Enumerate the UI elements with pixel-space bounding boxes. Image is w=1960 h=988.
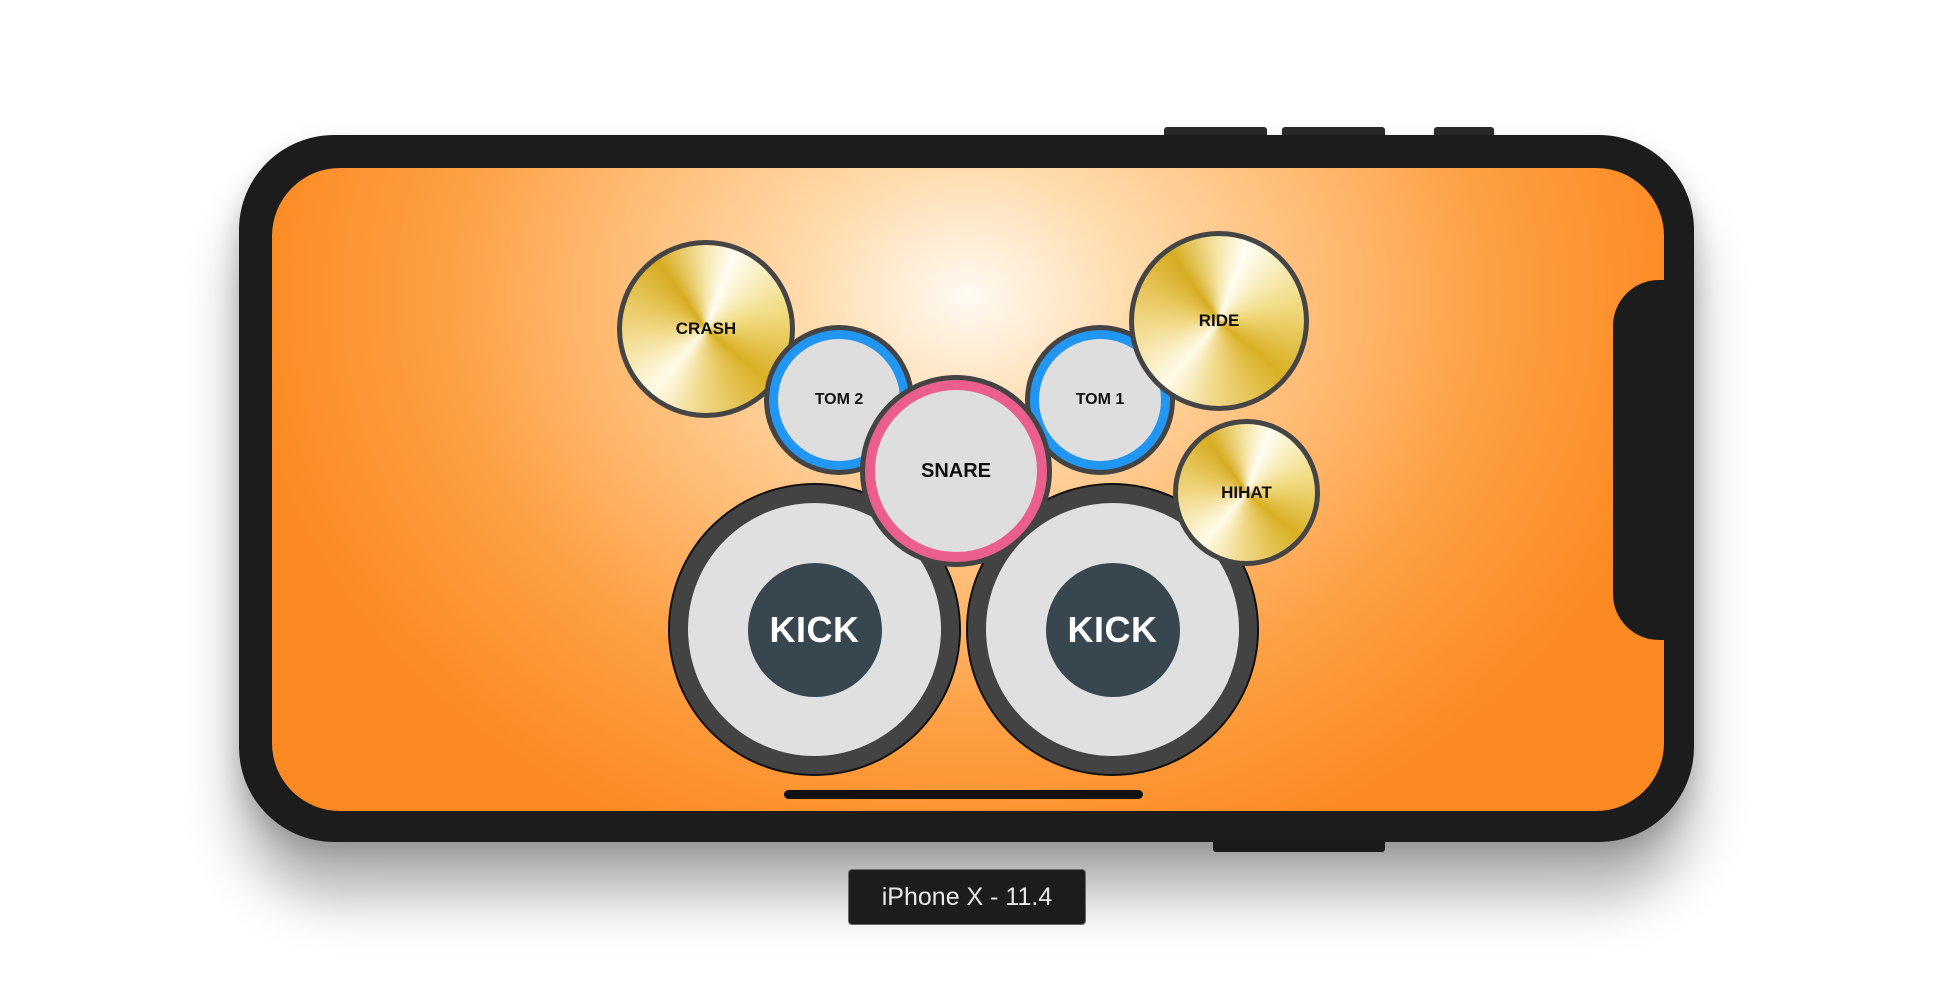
kick-left-center: KICK: [747, 562, 882, 697]
app-screen: KICK KICK CRASH TOM 2 TOM 1 RIDE SNARE H…: [272, 168, 1664, 811]
crash-pad[interactable]: CRASH: [617, 240, 795, 418]
kick-right-center: KICK: [1045, 562, 1180, 697]
hihat-label: HIHAT: [1221, 482, 1272, 502]
snare-label: SNARE: [920, 459, 991, 482]
tom2-label: TOM 2: [814, 391, 864, 408]
ride-label: RIDE: [1198, 311, 1240, 330]
snare-pad[interactable]: SNARE: [875, 390, 1037, 552]
iphone-frame: KICK KICK CRASH TOM 2 TOM 1 RIDE SNARE H…: [239, 135, 1694, 842]
tom1-label: TOM 1: [1075, 391, 1125, 408]
sensor-notch: [1613, 280, 1693, 640]
crash-label: CRASH: [675, 319, 737, 338]
simulator-window: KICK KICK CRASH TOM 2 TOM 1 RIDE SNARE H…: [0, 0, 1960, 988]
kick-left-label: KICK: [769, 608, 860, 650]
home-indicator[interactable]: [784, 790, 1143, 799]
kick-right-label: KICK: [1067, 608, 1158, 650]
hihat-pad[interactable]: HIHAT: [1173, 419, 1320, 566]
ride-pad[interactable]: RIDE: [1129, 231, 1309, 411]
device-name-label: iPhone X - 11.4: [848, 869, 1086, 925]
